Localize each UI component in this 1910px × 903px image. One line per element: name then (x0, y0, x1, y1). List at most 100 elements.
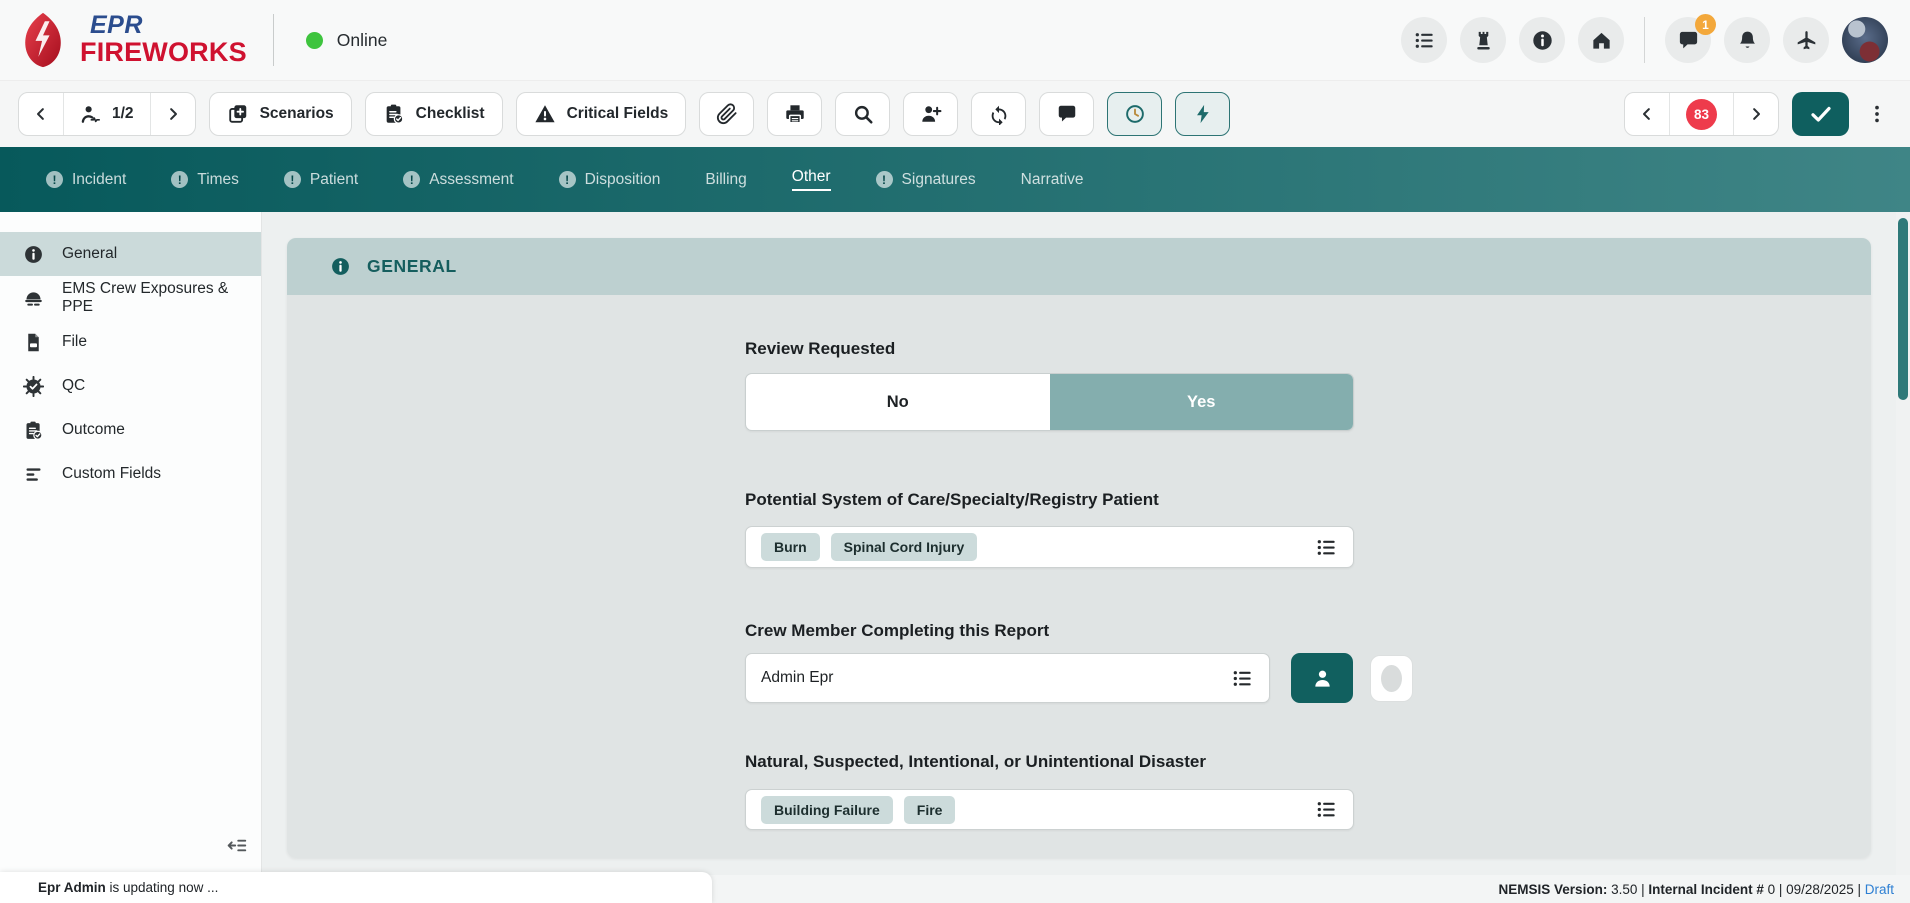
tab-patient[interactable]: ! Patient (284, 171, 358, 189)
warning-icon: ! (559, 171, 576, 188)
messages-button[interactable]: 1 (1665, 17, 1711, 63)
crew-avatar-button[interactable] (1370, 655, 1413, 702)
sidebar-item-outcome[interactable]: Outcome (0, 408, 261, 452)
crew-lookup-button[interactable] (1291, 653, 1353, 703)
chevron-left-icon (32, 105, 50, 123)
attachments-button[interactable] (699, 92, 754, 136)
checklist-button[interactable]: Checklist (365, 92, 503, 136)
record-tabbar: !Incident !Times !Patient !Assessment !D… (0, 147, 1910, 212)
list-picker-icon[interactable] (1315, 536, 1338, 559)
editing-status-text: is updating now ... (106, 880, 219, 895)
record-toolbar: 1/2 Scenarios Checklist Critical Fields (0, 80, 1910, 147)
checklist-icon (383, 103, 405, 125)
sidebar-item-custom-fields[interactable]: Custom Fields (0, 452, 261, 496)
lightning-icon (1192, 103, 1214, 125)
general-card-body: Review Requested No Yes Potential System… (287, 295, 1871, 858)
validate-button[interactable] (1792, 92, 1849, 136)
editing-user: Epr Admin (38, 880, 106, 895)
sidebar-item-label: QC (62, 377, 85, 395)
user-avatar[interactable] (1842, 17, 1888, 63)
review-yes-option[interactable]: Yes (1050, 374, 1354, 430)
online-status-dot (306, 32, 323, 49)
tab-incident[interactable]: !Incident (46, 171, 126, 189)
record-meta: NEMSIS Version: 3.50 | Internal Incident… (1499, 875, 1894, 903)
critical-fields-button[interactable]: Critical Fields (516, 92, 687, 136)
chat-icon (1677, 29, 1700, 52)
critical-fields-label: Critical Fields (567, 105, 669, 123)
notifications-button[interactable] (1724, 17, 1770, 63)
record-page-indicator[interactable]: 1/2 (64, 93, 150, 135)
tab-disposition[interactable]: ! Disposition (559, 171, 661, 189)
tab-signatures[interactable]: !Signatures (876, 171, 976, 189)
section-title: GENERAL (367, 256, 457, 277)
content-panel: GENERAL Review Requested No Yes Potentia… (262, 212, 1910, 875)
potential-system-input[interactable]: Burn Spinal Cord Injury (745, 526, 1354, 568)
patient-icon (80, 103, 103, 126)
check-icon (1809, 102, 1833, 126)
search-button[interactable] (835, 92, 890, 136)
online-status-label: Online (337, 30, 388, 51)
next-error-button[interactable] (1734, 93, 1778, 135)
crew-member-input[interactable]: Admin Epr (745, 653, 1270, 703)
home-icon (1590, 29, 1613, 52)
add-person-button[interactable] (903, 92, 958, 136)
warning-icon: ! (876, 171, 893, 188)
list-picker-icon[interactable] (1315, 798, 1338, 821)
disaster-input[interactable]: Building Failure Fire (745, 789, 1354, 830)
sidebar-item-label: General (62, 245, 117, 263)
print-button[interactable] (767, 92, 822, 136)
tab-assessment[interactable]: !Assessment (403, 171, 513, 189)
scenarios-icon (227, 103, 249, 125)
next-record-button[interactable] (151, 93, 195, 135)
pdf-file-icon (23, 332, 44, 353)
tab-times[interactable]: !Times (171, 171, 239, 189)
nemsis-version-value: 3.50 | (1607, 882, 1648, 897)
tab-label: Times (197, 171, 239, 189)
quick-actions-button[interactable] (1175, 92, 1230, 136)
scenarios-button[interactable]: Scenarios (209, 92, 352, 136)
sidebar-item-qc[interactable]: QC (0, 364, 261, 408)
collapse-sidebar-button[interactable] (226, 835, 247, 859)
airplane-mode-button[interactable] (1783, 17, 1829, 63)
tab-other[interactable]: Other (792, 168, 831, 191)
chevron-right-icon (1747, 105, 1765, 123)
editing-status: Epr Admin is updating now ... (0, 872, 712, 903)
sidebar-item-file[interactable]: File (0, 320, 261, 364)
chip-spinal-cord-injury: Spinal Cord Injury (831, 533, 978, 561)
collapse-sidebar-icon (226, 835, 247, 856)
tab-billing[interactable]: Billing (705, 171, 746, 189)
time-log-button[interactable] (1107, 92, 1162, 136)
tab-label: Disposition (585, 171, 661, 189)
menu-list-button[interactable] (1401, 17, 1447, 63)
prev-record-button[interactable] (19, 93, 63, 135)
tab-narrative[interactable]: Narrative (1021, 171, 1084, 189)
sidebar-item-general[interactable]: General (0, 232, 261, 276)
chat-toolbar-button[interactable] (1039, 92, 1094, 136)
tab-label: Billing (705, 171, 746, 189)
general-card-header: GENERAL (287, 238, 1871, 295)
list-picker-icon[interactable] (1231, 667, 1254, 690)
chess-piece-button[interactable] (1460, 17, 1506, 63)
chess-piece-icon (1472, 29, 1495, 52)
tab-label: Patient (310, 171, 358, 189)
review-no-option[interactable]: No (746, 374, 1050, 430)
warning-icon: ! (284, 171, 301, 188)
attachment-icon (716, 103, 738, 125)
prev-error-button[interactable] (1625, 93, 1669, 135)
draft-link[interactable]: Draft (1865, 882, 1894, 897)
scrollbar[interactable] (1896, 212, 1910, 875)
bell-icon (1736, 29, 1759, 52)
status-bar: Epr Admin is updating now ... NEMSIS Ver… (0, 875, 1910, 903)
chip-fire: Fire (904, 796, 956, 824)
home-button[interactable] (1578, 17, 1624, 63)
app-logo[interactable]: EPR FIREWORKS (18, 11, 247, 69)
sidebar-item-label: EMS Crew Exposures & PPE (62, 280, 261, 316)
sync-button[interactable] (971, 92, 1026, 136)
scrollbar-thumb[interactable] (1898, 218, 1908, 400)
info-button[interactable] (1519, 17, 1565, 63)
sidebar-item-ems-crew-exposures[interactable]: EMS Crew Exposures & PPE (0, 276, 261, 320)
error-count[interactable]: 83 (1670, 93, 1733, 135)
review-requested-label: Review Requested (745, 339, 895, 359)
more-menu-button[interactable] (1862, 92, 1892, 136)
logo-line1: EPR (80, 13, 247, 39)
